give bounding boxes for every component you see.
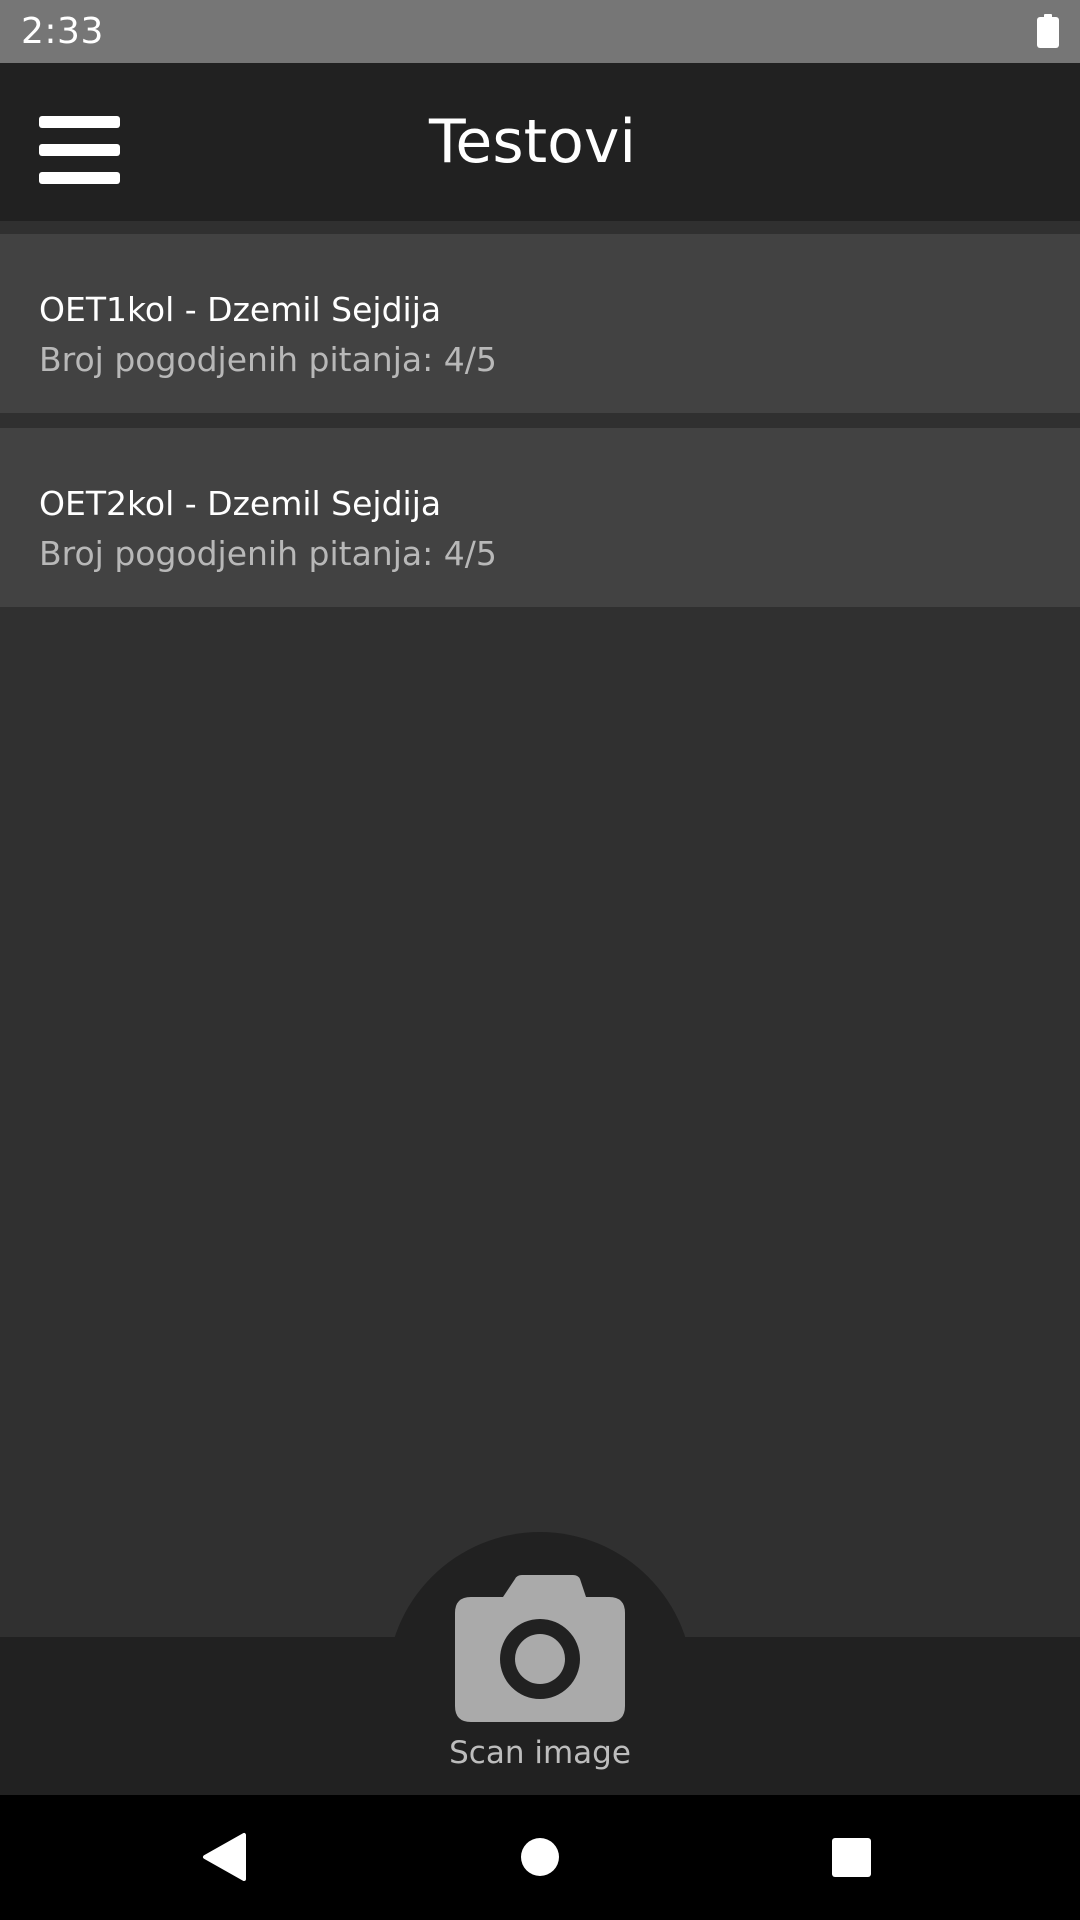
test-score: Broj pogodjenih pitanja: 4/5 bbox=[39, 534, 497, 573]
camera-icon bbox=[455, 1575, 625, 1722]
home-button[interactable] bbox=[470, 1795, 610, 1920]
system-nav-bar bbox=[0, 1795, 1080, 1920]
test-score: Broj pogodjenih pitanja: 4/5 bbox=[39, 340, 497, 379]
scan-image-label: Scan image bbox=[449, 1735, 631, 1771]
recents-button[interactable] bbox=[781, 1795, 921, 1920]
back-button[interactable] bbox=[157, 1795, 297, 1920]
list-item[interactable]: OET2kol - Dzemil Sejdija Broj pogodjenih… bbox=[0, 428, 1080, 607]
app-screen: 2:33 Testovi OET1kol - Dzemil Sejdija Br… bbox=[0, 0, 1080, 1920]
page-title: Testovi bbox=[428, 107, 637, 177]
test-title: OET1kol - Dzemil Sejdija bbox=[39, 290, 442, 329]
test-title: OET2kol - Dzemil Sejdija bbox=[39, 484, 442, 523]
home-circle-icon bbox=[521, 1838, 559, 1876]
list-item[interactable]: OET1kol - Dzemil Sejdija Broj pogodjenih… bbox=[0, 234, 1080, 413]
status-time: 2:33 bbox=[21, 11, 104, 52]
back-triangle-icon bbox=[203, 1833, 246, 1881]
status-bar: 2:33 bbox=[0, 0, 1080, 63]
app-toolbar: Testovi bbox=[0, 63, 1080, 221]
recents-square-icon bbox=[832, 1838, 871, 1877]
battery-icon bbox=[1037, 14, 1059, 48]
